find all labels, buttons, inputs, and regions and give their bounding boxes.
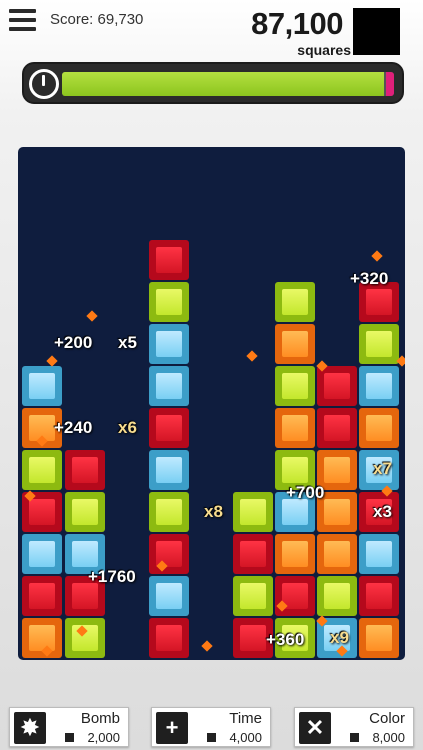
lime-block[interactable] [22, 450, 62, 490]
red-block[interactable] [149, 618, 189, 658]
powerup-label: Color [369, 710, 405, 727]
square-cost-icon [65, 733, 74, 742]
red-block[interactable] [65, 450, 105, 490]
timer-end-marker [386, 72, 394, 96]
close-icon: ✕ [299, 712, 331, 744]
orange-block[interactable] [275, 408, 315, 448]
blue-block[interactable] [149, 576, 189, 616]
blue-block[interactable] [359, 534, 399, 574]
orange-block[interactable] [275, 534, 315, 574]
particle-fx [86, 310, 98, 322]
orange-block[interactable] [317, 534, 357, 574]
red-block[interactable] [149, 408, 189, 448]
blue-block[interactable] [22, 534, 62, 574]
lime-block[interactable] [275, 366, 315, 406]
menu-icon-bar [9, 9, 36, 13]
red-block[interactable] [233, 534, 273, 574]
red-block[interactable] [22, 576, 62, 616]
orange-block[interactable] [359, 408, 399, 448]
multiplier-popup: x7 [373, 459, 392, 478]
multiplier-popup: x9 [330, 628, 349, 647]
lime-block[interactable] [275, 282, 315, 322]
menu-icon-bar [9, 18, 36, 22]
menu-button[interactable] [9, 9, 36, 31]
timer-fill [62, 72, 385, 96]
lime-block[interactable] [149, 492, 189, 532]
lime-block[interactable] [65, 618, 105, 658]
blue-block[interactable] [149, 324, 189, 364]
score-popup: +320 [350, 269, 389, 288]
score-popup: x5 [118, 333, 137, 352]
bomb-icon: ✸ [14, 712, 46, 744]
lime-block[interactable] [65, 492, 105, 532]
timer-track [62, 72, 394, 96]
multiplier-popup: x8 [204, 502, 223, 521]
clock-icon [29, 69, 59, 99]
timer-bar [22, 62, 404, 104]
blue-block[interactable] [149, 450, 189, 490]
target-color-swatch [353, 8, 400, 55]
score-popup: +1760 [88, 567, 136, 586]
square-count: 87,100 [251, 6, 343, 41]
blue-block[interactable] [359, 366, 399, 406]
score-popup: +200 [54, 333, 93, 352]
particle-fx [201, 640, 213, 652]
square-cost-icon [350, 733, 359, 742]
red-block[interactable] [317, 408, 357, 448]
multiplier-popup: x6 [118, 418, 137, 437]
menu-icon-bar [9, 27, 36, 31]
powerup-label: Bomb [80, 710, 120, 727]
lime-block[interactable] [359, 324, 399, 364]
powerup-label: Time [229, 710, 262, 727]
lime-block[interactable] [149, 282, 189, 322]
orange-block[interactable] [359, 618, 399, 658]
red-block[interactable] [149, 240, 189, 280]
plus-icon: + [156, 712, 188, 744]
blue-block[interactable] [22, 366, 62, 406]
score-popup: +240 [54, 418, 93, 437]
red-block[interactable] [149, 534, 189, 574]
orange-block[interactable] [275, 324, 315, 364]
bomb-powerup-button[interactable]: ✸ Bomb 2,000 [9, 707, 129, 747]
powerup-cost: 8,000 [372, 730, 405, 745]
square-count-unit: squares [297, 42, 351, 58]
score-label: Score: 69,730 [50, 11, 144, 28]
score-popup: +700 [286, 483, 325, 502]
lime-block[interactable] [317, 576, 357, 616]
powerup-cost: 2,000 [87, 730, 120, 745]
square-cost-icon [207, 733, 216, 742]
score-popup: +360 [266, 630, 305, 649]
blue-block[interactable] [149, 366, 189, 406]
particle-fx [371, 250, 383, 262]
lime-block[interactable] [233, 576, 273, 616]
particle-fx [246, 350, 258, 362]
red-block[interactable] [359, 576, 399, 616]
powerup-cost: 4,000 [229, 730, 262, 745]
particle-fx [46, 355, 58, 367]
red-block[interactable] [317, 366, 357, 406]
game-board[interactable]: +320 +200 x5 +240 x6 x7 +700 x8 x3 +1760… [18, 147, 405, 660]
time-powerup-button[interactable]: + Time 4,000 [151, 707, 271, 747]
lime-block[interactable] [233, 492, 273, 532]
color-powerup-button[interactable]: ✕ Color 8,000 [294, 707, 414, 747]
score-popup: x3 [373, 502, 392, 521]
